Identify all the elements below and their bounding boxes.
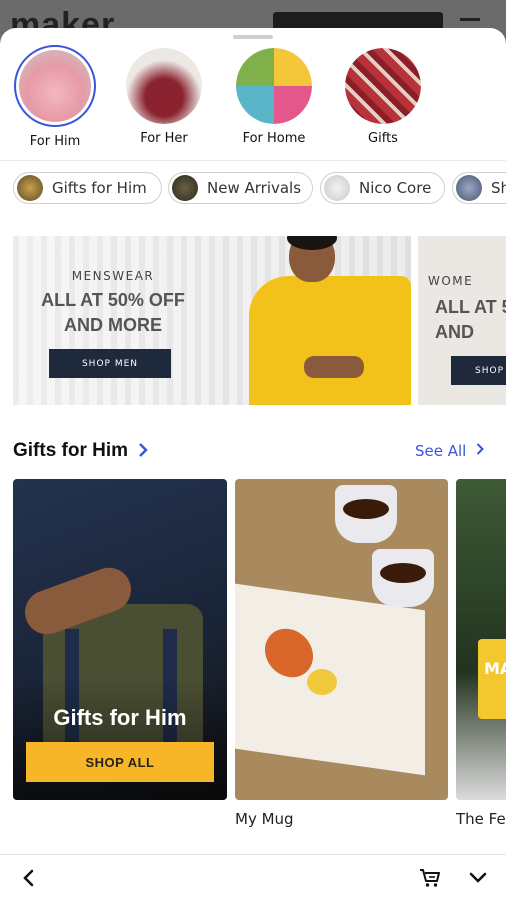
chip-thumbnail <box>17 175 43 201</box>
shop-women-button[interactable]: SHOP <box>451 356 506 385</box>
chip-nico-core[interactable]: Nico Core <box>320 172 445 204</box>
banner-headline-line1: ALL AT 5 <box>435 297 506 317</box>
chevron-left-icon[interactable] <box>15 865 41 891</box>
category-image <box>236 48 312 124</box>
banner-model-image <box>249 236 411 405</box>
bottom-sheet: For Him For Her For Home Gifts Gifts for… <box>0 28 506 900</box>
chip-thumbnail <box>324 175 350 201</box>
shop-men-button[interactable]: SHOP MEN <box>49 349 171 378</box>
category-for-him[interactable]: For Him <box>5 45 105 149</box>
banner-headline-line2: AND <box>435 322 474 342</box>
category-for-home[interactable]: For Home <box>224 48 324 146</box>
category-image <box>345 48 421 124</box>
section-title[interactable]: Gifts for Him <box>13 440 148 462</box>
category-label: For Home <box>242 131 306 146</box>
category-gifts[interactable]: Gifts <box>333 48 433 146</box>
chip-partial[interactable]: Sh <box>452 172 506 204</box>
banner-kicker: WOME <box>428 274 474 288</box>
see-all-link[interactable]: See All <box>415 442 485 460</box>
chip-label: New Arrivals <box>207 179 302 197</box>
banner-headline: ALL AT 50% OFF AND MORE <box>13 288 213 338</box>
banner-headline: ALL AT 5 AND <box>435 295 506 345</box>
bottom-toolbar <box>0 854 506 900</box>
chip-new-arrivals[interactable]: New Arrivals <box>168 172 313 204</box>
chevron-down-icon[interactable] <box>465 865 491 891</box>
banner-headline-line1: ALL AT 50% OFF <box>41 290 185 310</box>
banner-kicker: MENSWEAR <box>71 269 155 283</box>
see-all-text: See All <box>415 442 467 460</box>
category-label: For Him <box>29 134 81 149</box>
chip-thumbnail <box>456 175 482 201</box>
category-label: For Her <box>140 131 188 146</box>
chevron-right-icon <box>476 443 485 459</box>
category-image <box>126 48 202 124</box>
product-card-my-mug[interactable] <box>235 479 448 800</box>
product-card-partial[interactable]: MA <box>456 479 506 800</box>
category-for-her[interactable]: For Her <box>114 48 214 146</box>
product-name[interactable]: The Fe <box>456 810 506 828</box>
card-overlay-title: Gifts for Him <box>53 705 187 730</box>
candle-image: MA <box>478 639 506 719</box>
sheet-grab-handle[interactable] <box>233 35 273 39</box>
category-label: Gifts <box>368 131 398 146</box>
chip-thumbnail <box>172 175 198 201</box>
category-image <box>14 45 96 127</box>
product-name[interactable]: My Mug <box>235 810 294 828</box>
section-title-text: Gifts for Him <box>13 440 129 461</box>
candle-label: MA <box>484 659 506 678</box>
cart-icon[interactable] <box>417 865 443 891</box>
chip-label: Gifts for Him <box>52 179 147 197</box>
divider <box>0 160 506 161</box>
chip-label: Nico Core <box>359 179 432 197</box>
promo-banner-menswear[interactable]: MENSWEAR ALL AT 50% OFF AND MORE SHOP ME… <box>13 236 411 405</box>
product-card-gifts-for-him[interactable]: Gifts for Him SHOP ALL <box>13 479 227 800</box>
banner-headline-line2: AND MORE <box>64 315 162 335</box>
promo-banner-womenswear[interactable]: WOME ALL AT 5 AND SHOP <box>418 236 506 405</box>
chip-label: Sh <box>491 179 506 197</box>
chip-gifts-for-him[interactable]: Gifts for Him <box>13 172 162 204</box>
chevron-right-icon <box>138 441 148 462</box>
shop-all-button[interactable]: SHOP ALL <box>26 742 214 782</box>
